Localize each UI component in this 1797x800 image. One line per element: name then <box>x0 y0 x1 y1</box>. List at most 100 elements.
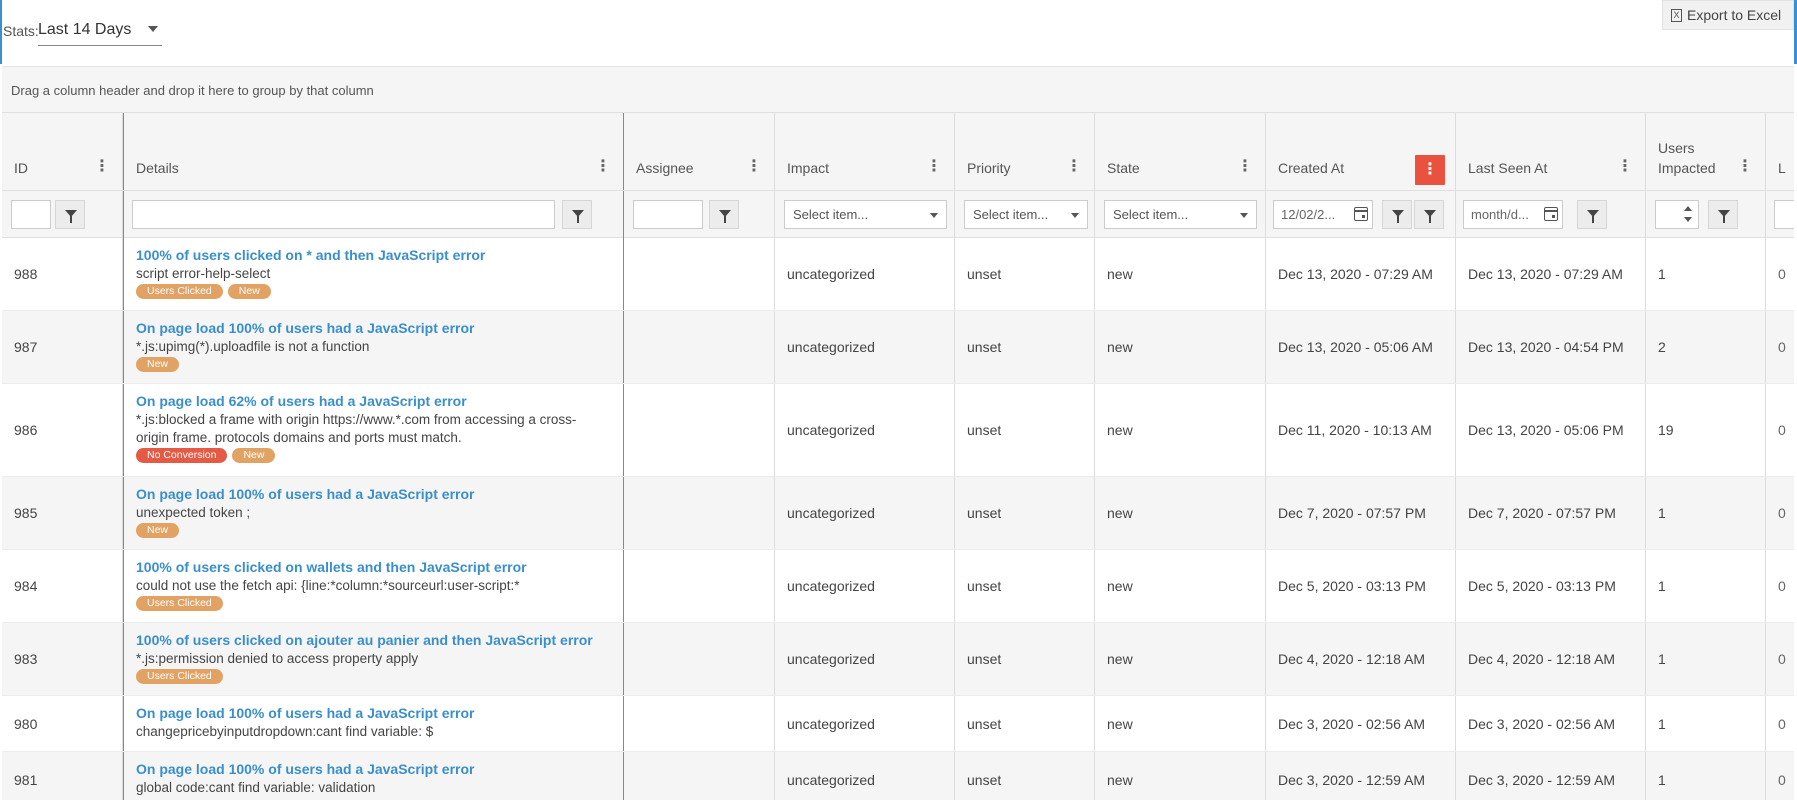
cell-value-impact: uncategorized <box>787 772 875 788</box>
issue-title-link[interactable]: 100% of users clicked on * and then Java… <box>136 246 611 264</box>
table-row[interactable]: 986 On page load 62% of users had a JavaS… <box>2 384 1794 477</box>
column-header-priority[interactable]: Priority ⋮ <box>955 113 1095 190</box>
cell-created: Dec 5, 2020 - 03:13 PM <box>1266 550 1456 622</box>
filter-cell-last-seen-at: month/d... <box>1456 191 1646 238</box>
cell-next: 0 <box>1766 623 1794 695</box>
cell-value-state: new <box>1107 422 1133 438</box>
column-menu-icon[interactable]: ⋮ <box>595 159 611 177</box>
cell-value-id: 981 <box>14 772 38 788</box>
column-menu-icon[interactable]: ⋮ <box>1617 159 1633 177</box>
column-menu-icon-active[interactable]: ⋮ <box>1415 155 1445 185</box>
cell-value-created: Dec 13, 2020 - 05:06 AM <box>1278 339 1433 355</box>
cell-value-id: 983 <box>14 651 38 667</box>
details-filter-button[interactable] <box>562 200 592 229</box>
cell-next: 0 <box>1766 550 1794 622</box>
created-at-clear-filter-button[interactable] <box>1414 200 1444 229</box>
cell-last-seen: Dec 13, 2020 - 04:54 PM <box>1456 311 1646 383</box>
details-filter-input[interactable] <box>132 200 555 229</box>
column-header-impact[interactable]: Impact ⋮ <box>775 113 955 190</box>
issue-title-link[interactable]: On page load 100% of users had a JavaScr… <box>136 760 611 778</box>
cell-impact: uncategorized <box>775 238 955 310</box>
issue-title-link[interactable]: On page load 100% of users had a JavaScr… <box>136 704 611 722</box>
issue-title-link[interactable]: On page load 100% of users had a JavaScr… <box>136 319 611 337</box>
column-menu-icon[interactable]: ⋮ <box>1066 159 1082 177</box>
cell-value-next: 0 <box>1778 422 1786 438</box>
issue-title-link[interactable]: On page load 62% of users had a JavaScri… <box>136 392 611 410</box>
cell-value-impact: uncategorized <box>787 651 875 667</box>
table-row[interactable]: 985 On page load 100% of users had a Java… <box>2 477 1794 550</box>
cell-priority: unset <box>955 311 1095 383</box>
issue-description: *.js:permission denied to access propert… <box>136 651 419 666</box>
spinner-up-icon[interactable] <box>1684 206 1692 211</box>
table-row[interactable]: 984 100% of users clicked on wallets and … <box>2 550 1794 623</box>
column-header-assignee[interactable]: Assignee ⋮ <box>624 113 775 190</box>
top-toolbar: Stats: Last 14 Days X Export to Excel <box>0 0 1797 66</box>
column-title-state: State <box>1107 160 1140 176</box>
status-badge: New <box>136 357 180 372</box>
issue-description: unexpected token ; <box>136 505 251 520</box>
cell-value-id: 984 <box>14 578 38 594</box>
table-row[interactable]: 983 100% of users clicked on ajouter au p… <box>2 623 1794 696</box>
last-seen-filter-button[interactable] <box>1577 200 1607 229</box>
partial-filter-input[interactable] <box>1774 200 1794 229</box>
cell-priority: unset <box>955 477 1095 549</box>
priority-filter-select[interactable]: Select item... <box>964 200 1088 229</box>
cell-next: 0 <box>1766 696 1794 751</box>
status-badge: Users Clicked <box>136 669 223 684</box>
cell-details: On page load 62% of users had a JavaScri… <box>123 384 624 476</box>
table-row[interactable]: 980 On page load 100% of users had a Java… <box>2 696 1794 752</box>
column-header-id[interactable]: ID ⋮ <box>2 113 123 190</box>
assignee-filter-button[interactable] <box>709 200 739 229</box>
excel-icon: X <box>1671 9 1682 22</box>
column-menu-icon[interactable]: ⋮ <box>1737 159 1753 177</box>
table-row[interactable]: 988 100% of users clicked on * and then J… <box>2 238 1794 311</box>
created-at-date-input[interactable]: 12/02/2... <box>1273 200 1373 229</box>
export-to-excel-button[interactable]: X Export to Excel <box>1662 0 1794 30</box>
numeric-spinner[interactable] <box>1680 203 1696 227</box>
last-seen-date-input[interactable]: month/d... <box>1463 200 1563 229</box>
issue-title-link[interactable]: On page load 100% of users had a JavaScr… <box>136 485 611 503</box>
cell-last-seen: Dec 13, 2020 - 05:06 PM <box>1456 384 1646 476</box>
filter-icon <box>1587 210 1599 223</box>
group-by-drop-area[interactable]: Drag a column header and drop it here to… <box>2 66 1794 113</box>
cell-value-users: 1 <box>1658 578 1666 594</box>
cell-value-state: new <box>1107 505 1133 521</box>
cell-impact: uncategorized <box>775 550 955 622</box>
users-impacted-filter-button[interactable] <box>1708 200 1738 229</box>
cell-value-impact: uncategorized <box>787 505 875 521</box>
created-at-filter-button[interactable] <box>1382 200 1412 229</box>
table-row[interactable]: 981 On page load 100% of users had a Java… <box>2 752 1794 800</box>
cell-state: new <box>1095 623 1266 695</box>
cell-users: 1 <box>1646 477 1766 549</box>
assignee-filter-input[interactable] <box>633 200 703 229</box>
state-filter-select[interactable]: Select item... <box>1104 200 1257 229</box>
cell-value-id: 980 <box>14 715 38 732</box>
issue-title-link[interactable]: 100% of users clicked on wallets and the… <box>136 558 611 576</box>
users-impacted-numeric-input[interactable] <box>1655 200 1699 229</box>
spinner-down-icon[interactable] <box>1684 217 1692 222</box>
column-header-details[interactable]: Details ⋮ <box>123 113 624 190</box>
calendar-icon[interactable] <box>1354 207 1368 221</box>
column-menu-icon[interactable]: ⋮ <box>1237 159 1253 177</box>
table-row[interactable]: 987 On page load 100% of users had a Java… <box>2 311 1794 384</box>
cell-id: 985 <box>2 477 123 549</box>
column-header-users-impacted[interactable]: Users Impacted ⋮ <box>1646 113 1766 190</box>
column-menu-icon[interactable]: ⋮ <box>926 159 942 177</box>
calendar-icon[interactable] <box>1544 207 1558 221</box>
impact-filter-select[interactable]: Select item... <box>784 200 947 229</box>
id-filter-button[interactable] <box>55 200 85 229</box>
column-header-partial[interactable]: L <box>1766 113 1794 190</box>
cell-created: Dec 3, 2020 - 02:56 AM <box>1266 696 1456 751</box>
issue-title-link[interactable]: 100% of users clicked on ajouter au pani… <box>136 631 611 649</box>
column-header-last-seen-at[interactable]: Last Seen At ⋮ <box>1456 113 1646 190</box>
column-menu-icon[interactable]: ⋮ <box>94 159 110 177</box>
filter-icon <box>719 210 731 223</box>
column-menu-icon[interactable]: ⋮ <box>746 159 762 177</box>
column-header-state[interactable]: State ⋮ <box>1095 113 1266 190</box>
cell-value-next: 0 <box>1778 772 1786 788</box>
cell-value-created: Dec 3, 2020 - 02:56 AM <box>1278 715 1426 732</box>
stats-period-dropdown[interactable]: Last 14 Days <box>38 18 162 46</box>
issue-tags: Users Clicked New <box>136 284 611 300</box>
id-filter-input[interactable] <box>11 200 51 229</box>
column-header-created-at[interactable]: Created At ⋮ <box>1266 113 1456 190</box>
